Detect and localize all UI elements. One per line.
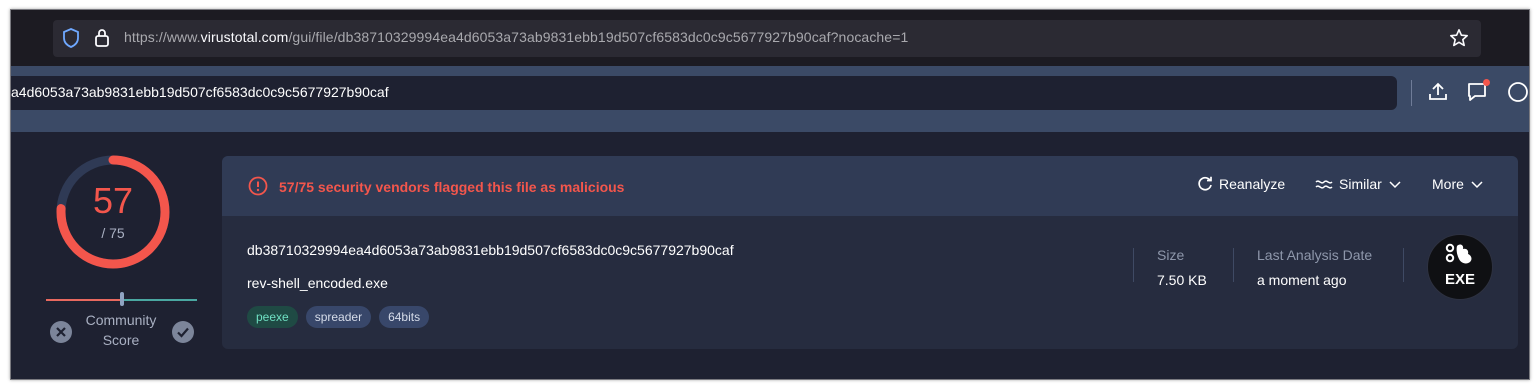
file-type-badge: EXE — [1427, 234, 1493, 300]
size-label: Size — [1157, 247, 1185, 263]
more-label: More — [1432, 176, 1464, 192]
alert-circle-icon — [248, 176, 268, 201]
meta-divider — [1133, 248, 1134, 282]
upload-icon[interactable] — [1427, 81, 1449, 108]
bookmark-star-icon[interactable] — [1449, 28, 1469, 53]
file-hash: db38710329994ea4d6053a73ab9831ebb19d507c… — [247, 242, 734, 258]
address-bar[interactable]: https://www.virustotal.com/gui/file/db38… — [53, 20, 1481, 57]
url-text[interactable]: https://www.virustotal.com/gui/file/db38… — [124, 29, 908, 45]
community-label-line1: Community — [85, 312, 157, 328]
community-score-bar-negative — [46, 299, 121, 301]
chevron-down-icon — [1471, 181, 1483, 189]
community-label-line2: Score — [102, 332, 140, 348]
reanalyze-button[interactable]: Reanalyze — [1197, 176, 1285, 192]
search-input[interactable]: a4d6053a73ab9831ebb19d507cf6583dc0c9c567… — [11, 76, 1397, 110]
lock-icon[interactable] — [94, 28, 110, 53]
browser-toolbar: https://www.virustotal.com/gui/file/db38… — [11, 10, 1529, 66]
community-score-bar-positive — [121, 299, 197, 301]
last-analysis-date-value: a moment ago — [1257, 272, 1347, 288]
meta-divider — [1233, 248, 1234, 282]
shield-icon[interactable] — [62, 28, 80, 53]
community-score-marker — [120, 292, 124, 306]
search-input-value: a4d6053a73ab9831ebb19d507cf6583dc0c9c567… — [11, 84, 389, 100]
similar-icon — [1315, 180, 1333, 189]
exe-file-icon — [1445, 243, 1472, 264]
detection-alert-bar: 57/75 security vendors flagged this file… — [222, 156, 1518, 216]
vote-harmless-icon[interactable] — [171, 320, 195, 349]
header-divider — [1411, 80, 1412, 106]
refresh-icon — [1198, 176, 1212, 191]
file-name: rev-shell_encoded.exe — [247, 275, 388, 291]
file-type-label: EXE — [1444, 271, 1475, 288]
url-prefix: https://www. — [124, 29, 201, 45]
tag-64bits[interactable]: 64bits — [379, 306, 430, 328]
similar-label: Similar — [1339, 176, 1382, 192]
detection-alert-text: 57/75 security vendors flagged this file… — [279, 179, 625, 195]
detection-score-panel: 57 / 75 Community Score — [41, 152, 201, 352]
file-tags: peexe spreader 64bits — [247, 306, 430, 328]
more-dropdown[interactable]: More — [1432, 176, 1484, 192]
tag-spreader[interactable]: spreader — [305, 306, 372, 328]
reanalyze-label: Reanalyze — [1219, 176, 1286, 192]
help-icon[interactable] — [1507, 81, 1529, 108]
similar-dropdown[interactable]: Similar — [1315, 176, 1402, 192]
url-domain: virustotal.com — [200, 29, 289, 45]
virustotal-app: a4d6053a73ab9831ebb19d507cf6583dc0c9c567… — [11, 66, 1529, 379]
meta-divider — [1403, 248, 1404, 282]
notification-dot — [1483, 79, 1490, 86]
community-score-label: Community Score — [71, 310, 171, 350]
file-summary-card: 57/75 security vendors flagged this file… — [222, 156, 1518, 349]
chevron-down-icon — [1389, 181, 1401, 189]
vote-malicious-icon[interactable] — [49, 320, 73, 349]
browser-window: https://www.virustotal.com/gui/file/db38… — [10, 9, 1530, 380]
tag-peexe[interactable]: peexe — [247, 306, 298, 328]
detection-total: / 75 — [101, 225, 125, 241]
size-value: 7.50 KB — [1157, 272, 1207, 288]
app-header: a4d6053a73ab9831ebb19d507cf6583dc0c9c567… — [11, 66, 1529, 132]
last-analysis-date-label: Last Analysis Date — [1257, 247, 1373, 263]
detection-count: 57 — [92, 180, 134, 221]
url-path: /gui/file/db38710329994ea4d6053a73ab9831… — [288, 29, 909, 45]
